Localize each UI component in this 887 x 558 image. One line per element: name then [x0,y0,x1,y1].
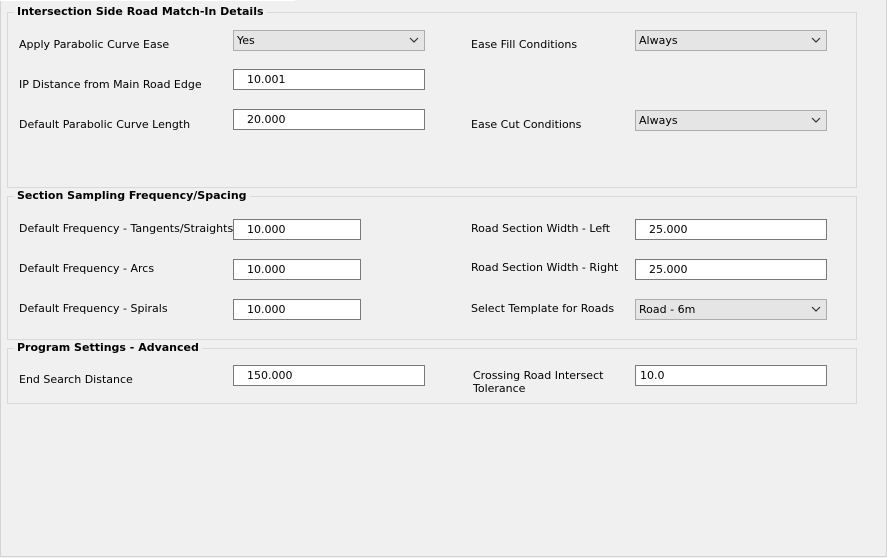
width-right-input[interactable]: 25.000 [635,259,827,280]
advanced-group-title: Program Settings - Advanced [14,341,202,355]
template-label: Select Template for Roads [471,302,615,315]
panel-top-strip [0,0,295,1]
ip-distance-input[interactable]: 10.001 [233,69,425,90]
freq-tangents-label: Default Frequency - Tangents/Straights [19,222,234,235]
freq-arcs-label: Default Frequency - Arcs [19,262,155,275]
default-parabolic-label: Default Parabolic Curve Length [19,118,191,131]
ease-cut-select[interactable]: Always [635,110,827,131]
freq-spirals-label: Default Frequency - Spirals [19,302,168,315]
ease-cut-label: Ease Cut Conditions [471,118,582,131]
apply-parabolic-select[interactable]: Yes [233,30,425,51]
ease-fill-select-value: Always [639,34,678,47]
width-right-label: Road Section Width - Right [471,261,619,274]
ease-fill-label: Ease Fill Conditions [471,38,578,51]
chevron-down-icon [811,117,821,123]
end-search-label: End Search Distance [19,373,133,386]
apply-parabolic-select-value: Yes [237,34,255,47]
default-parabolic-input[interactable]: 20.000 [233,109,425,130]
crossing-tolerance-input[interactable]: 10.0 [635,365,827,386]
crossing-tolerance-label: Crossing Road Intersect Tolerance [473,369,604,395]
freq-spirals-input[interactable]: 10.000 [233,299,361,320]
chevron-down-icon [409,37,419,43]
chevron-down-icon [811,306,821,312]
template-select[interactable]: Road - 6m [635,299,827,320]
advanced-group: Program Settings - Advanced End Search D… [7,341,857,404]
freq-arcs-input[interactable]: 10.000 [233,259,361,280]
width-left-input[interactable]: 25.000 [635,219,827,240]
end-search-input[interactable]: 150.000 [233,365,425,386]
sampling-group-title: Section Sampling Frequency/Spacing [14,189,250,203]
width-left-label: Road Section Width - Left [471,222,611,235]
intersection-group-title: Intersection Side Road Match-In Details [14,5,267,19]
ease-fill-select[interactable]: Always [635,30,827,51]
intersection-group: Intersection Side Road Match-In Details … [7,5,857,188]
ease-cut-select-value: Always [639,114,678,127]
sampling-group: Section Sampling Frequency/Spacing Defau… [7,189,857,340]
apply-parabolic-label: Apply Parabolic Curve Ease [19,38,170,51]
chevron-down-icon [811,37,821,43]
ip-distance-label: IP Distance from Main Road Edge [19,78,202,91]
freq-tangents-input[interactable]: 10.000 [233,219,361,240]
template-select-value: Road - 6m [639,303,696,316]
